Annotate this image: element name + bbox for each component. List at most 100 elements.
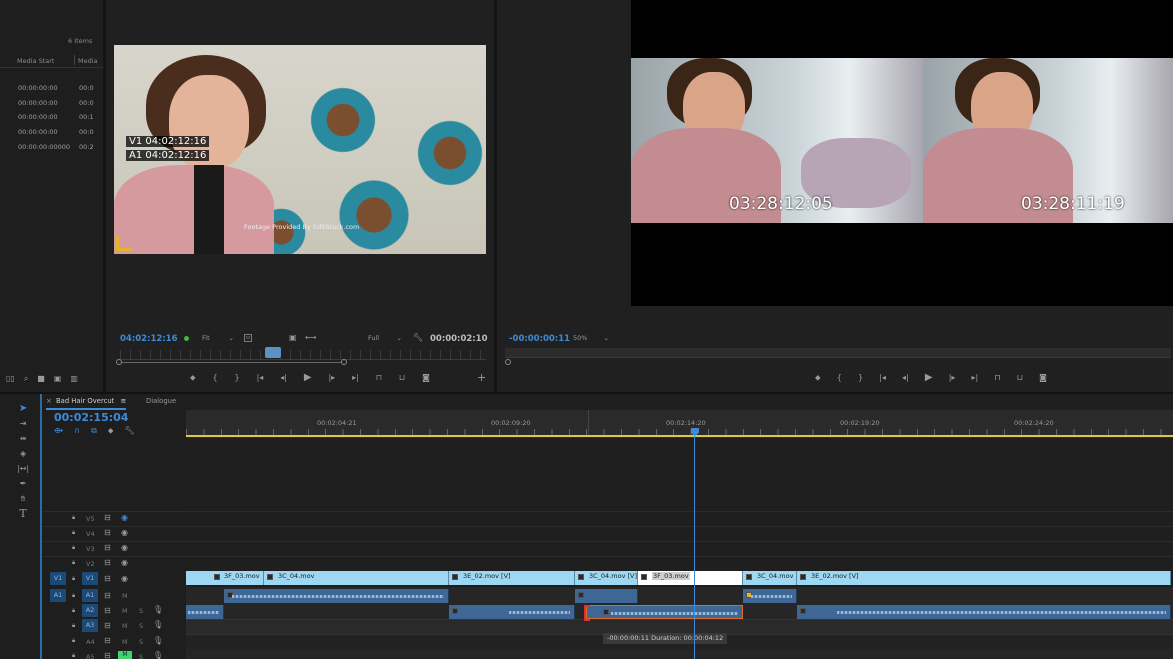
close-icon[interactable]: ×	[46, 396, 52, 406]
video-clip[interactable]: 3E_02.mov [V]	[449, 571, 575, 585]
solo-button[interactable]: S	[139, 653, 143, 659]
drag-audio-icon[interactable]: ⟷	[305, 333, 316, 343]
source-patch-a1[interactable]: A1	[50, 589, 66, 602]
step-back-icon[interactable]: ◂|	[280, 373, 287, 383]
mark-out-icon[interactable]: }	[858, 373, 863, 383]
lock-icon[interactable]: 🔒︎	[72, 514, 75, 522]
source-video-frame[interactable]: V1 04:02:12:16 A1 04:02:12:16 Footage Pr…	[114, 45, 486, 254]
marker-icon[interactable]: ⬥	[190, 373, 196, 383]
eye-icon[interactable]: ◉	[121, 574, 128, 584]
zoom-handle-right[interactable]	[341, 359, 347, 365]
sync-lock-icon[interactable]: ⊟	[104, 651, 111, 659]
mute-button[interactable]: M	[122, 638, 128, 646]
audio-clip[interactable]	[743, 589, 797, 603]
track-select-icon[interactable]: ⇥	[17, 419, 29, 429]
play-icon[interactable]: ▶	[925, 373, 933, 383]
track-target-a1[interactable]: A1	[82, 589, 98, 602]
pen-icon[interactable]: ✒︎	[17, 479, 29, 489]
microphone-icon[interactable]: 🎙︎	[153, 636, 163, 646]
fit-dropdown[interactable]: Fit ⌄	[202, 334, 236, 344]
lock-icon[interactable]: 🔒︎	[72, 529, 75, 537]
work-area-bar[interactable]	[186, 435, 1173, 437]
list-view-icon[interactable]: ▯▯	[6, 374, 15, 384]
mute-button[interactable]: M	[122, 622, 128, 630]
source-timecode[interactable]: 04:02:12:16	[120, 334, 178, 344]
source-scrubber[interactable]	[120, 350, 486, 360]
microphone-icon[interactable]: 🎙︎	[153, 620, 163, 630]
microphone-icon[interactable]: 🎙︎	[153, 605, 163, 615]
extract-icon[interactable]: ⊔	[1017, 373, 1023, 383]
video-clip[interactable]: 3C_04.mov [V]	[575, 571, 638, 585]
eye-icon[interactable]: ◉	[121, 543, 128, 553]
insert-clip-icon[interactable]: ▣	[289, 333, 297, 343]
video-clip[interactable]: 3F_03.mov	[186, 571, 264, 585]
program-timecode[interactable]: -00:00:00:11	[509, 334, 570, 344]
source-patch-v1[interactable]: V1	[50, 572, 66, 585]
program-video-frame[interactable]: 03:28:12:05 03:28:11:19	[631, 0, 1173, 306]
razor-icon[interactable]: ◈	[17, 449, 29, 459]
sync-lock-icon[interactable]: ⊟	[104, 606, 111, 616]
mark-in-icon[interactable]: {	[213, 373, 218, 383]
sync-lock-icon[interactable]: ⊟	[104, 558, 111, 568]
audio-clip[interactable]	[186, 605, 224, 619]
sync-lock-icon[interactable]: ⊟	[104, 591, 111, 601]
eye-icon[interactable]: ◉	[121, 513, 128, 523]
add-marker-icon[interactable]: ⬥	[108, 426, 114, 436]
trash-icon[interactable]: ▥	[70, 374, 78, 384]
tab-dialogue[interactable]: Dialogue	[146, 397, 176, 405]
eye-icon[interactable]: ◉	[121, 558, 128, 568]
mute-button[interactable]: M	[122, 592, 128, 600]
go-to-out-icon[interactable]: ▸|	[972, 373, 979, 383]
trim-handle[interactable]	[584, 605, 590, 621]
slip-icon[interactable]: |↔|	[17, 464, 29, 474]
step-back-icon[interactable]: ◂|	[902, 373, 909, 383]
lock-icon[interactable]: 🔒︎	[72, 559, 75, 567]
track-target-a2[interactable]: A2	[82, 604, 98, 617]
program-zoom-handle[interactable]	[505, 359, 511, 365]
wrench-icon[interactable]: 🔧︎	[413, 333, 423, 343]
wrench-icon[interactable]: 🔧︎	[124, 426, 134, 436]
tab-menu-icon[interactable]: ≡	[121, 397, 127, 405]
linked-selection-icon[interactable]: ⧉	[91, 426, 97, 436]
microphone-icon[interactable]: 🎙︎	[153, 651, 163, 659]
overwrite-icon[interactable]: ⊔	[399, 373, 405, 383]
lock-icon[interactable]: 🔒︎	[72, 652, 75, 659]
audio-clip[interactable]	[797, 605, 1171, 619]
sync-lock-icon[interactable]: ⊟	[104, 636, 111, 646]
settings-icon[interactable]: ▫	[244, 334, 252, 342]
track-target-v1[interactable]: V1	[82, 572, 98, 585]
sync-lock-icon[interactable]: ⊟	[104, 574, 111, 584]
sync-lock-icon[interactable]: ⊟	[104, 543, 111, 553]
audio-clip-selected[interactable]	[586, 605, 743, 619]
column-header-media-start[interactable]: Media Start	[17, 57, 54, 65]
solo-button[interactable]: S	[139, 622, 143, 630]
quality-dropdown[interactable]: Full ⌄	[368, 334, 404, 344]
camera-icon[interactable]: ◙	[422, 373, 430, 383]
snap-icon[interactable]: ∩	[74, 426, 80, 436]
camera-icon[interactable]: ◙	[1039, 373, 1047, 383]
go-to-out-icon[interactable]: ▸|	[352, 373, 359, 383]
add-button-icon[interactable]: +	[477, 372, 486, 383]
video-clip[interactable]: 3C_04.mov	[264, 571, 449, 585]
mute-button-active[interactable]: M	[118, 651, 132, 659]
zoom-dropdown[interactable]: 50% ⌄	[573, 334, 611, 344]
hand-icon[interactable]: ✋︎	[17, 494, 29, 504]
eye-icon[interactable]: ◉	[121, 528, 128, 538]
playhead-line[interactable]	[694, 436, 695, 659]
lock-icon[interactable]: 🔒︎	[72, 637, 75, 645]
mark-in-icon[interactable]: {	[837, 373, 842, 383]
go-to-in-icon[interactable]: |◂	[879, 373, 886, 383]
audio-clip[interactable]	[575, 589, 638, 603]
selection-tool-icon[interactable]: ➤	[17, 404, 29, 414]
new-item-icon[interactable]: ▣	[54, 374, 62, 384]
timeline-timecode[interactable]: 00:02:15:04	[54, 411, 128, 424]
video-clip[interactable]: 3C_04.mov	[743, 571, 797, 585]
video-clip[interactable]: 3E_02.mov [V]	[797, 571, 1171, 585]
folder-icon[interactable]: ■	[37, 374, 45, 384]
search-icon[interactable]: ⌕	[24, 374, 28, 384]
solo-button[interactable]: S	[139, 638, 143, 646]
marker-icon[interactable]: ⬥	[815, 373, 821, 383]
step-forward-icon[interactable]: |▸	[949, 373, 956, 383]
column-header-media[interactable]: Media	[78, 57, 98, 65]
lock-icon[interactable]: 🔒︎	[72, 607, 75, 615]
